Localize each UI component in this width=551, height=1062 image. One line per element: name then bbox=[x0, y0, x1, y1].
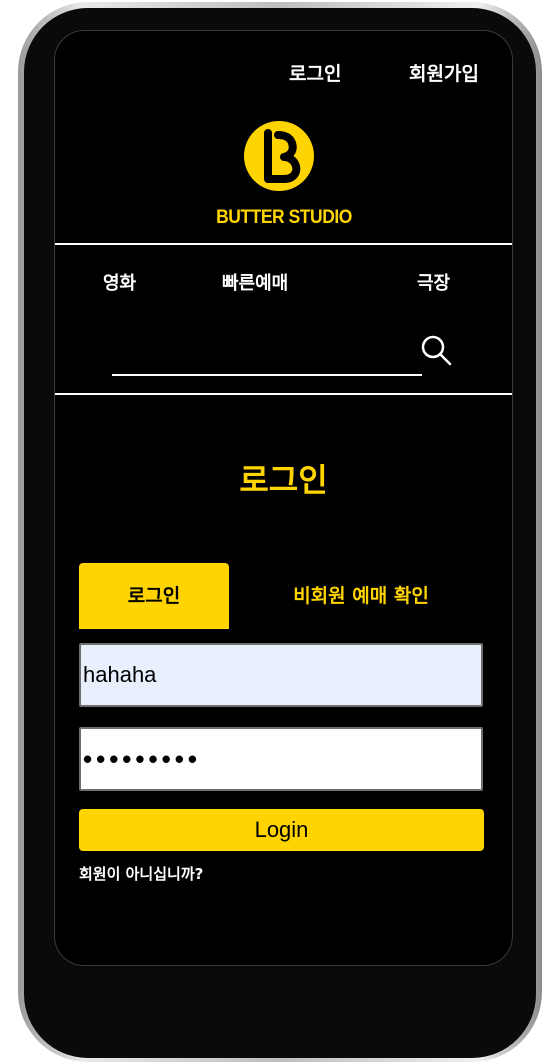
logo-text: BUTTER STUDIO bbox=[216, 207, 352, 228]
page-title: 로그인 bbox=[239, 461, 328, 499]
id-field[interactable] bbox=[79, 643, 483, 707]
register-prompt-link[interactable]: 회원이 아니십니까? bbox=[79, 863, 203, 884]
logo[interactable]: BUTTER STUDIO bbox=[204, 121, 364, 231]
password-field[interactable] bbox=[79, 727, 483, 791]
app-screen: 로그인 회원가입 BUTTER STUDIO 영화 빠른예매 극장 로그인 로그… bbox=[54, 30, 513, 966]
header-login-link[interactable]: 로그인 bbox=[289, 59, 341, 86]
login-button[interactable]: Login bbox=[79, 809, 484, 851]
nav-item-quick-booking[interactable]: 빠른예매 bbox=[222, 269, 288, 295]
header-signup-link[interactable]: 회원가입 bbox=[409, 59, 479, 86]
header-divider bbox=[55, 243, 512, 245]
nav-divider bbox=[55, 393, 512, 395]
top-links: 로그인 회원가입 bbox=[55, 59, 512, 89]
nav-item-movie[interactable]: 영화 bbox=[103, 269, 136, 295]
tab-guest-booking-check[interactable]: 비회원 예매 확인 bbox=[251, 563, 471, 629]
search-icon[interactable] bbox=[419, 333, 455, 369]
nav-item-theater[interactable]: 극장 bbox=[417, 269, 450, 295]
tab-login[interactable]: 로그인 bbox=[79, 563, 229, 629]
butter-logo-icon bbox=[244, 121, 314, 191]
search-input[interactable] bbox=[112, 374, 422, 376]
